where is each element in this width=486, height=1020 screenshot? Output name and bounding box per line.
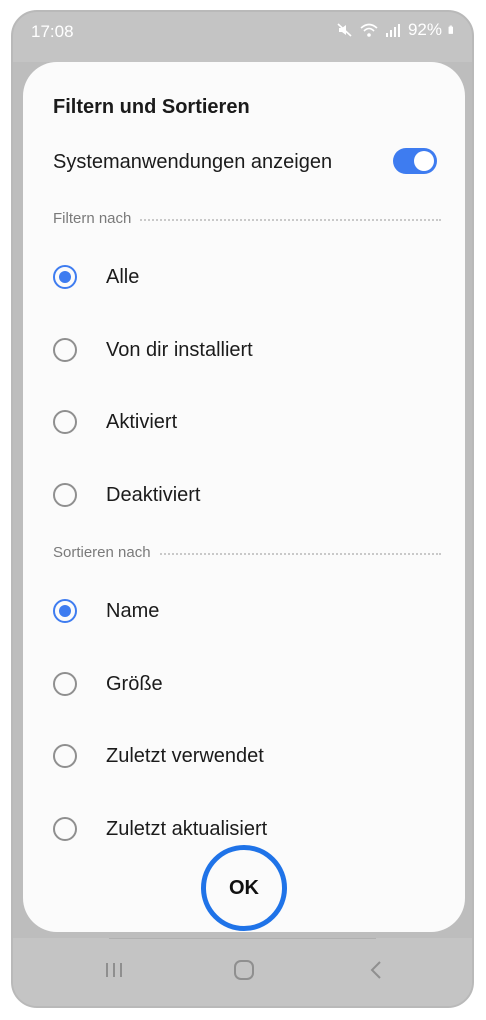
sort-option-size[interactable]: Größe [53,664,443,704]
sort-option-last-updated[interactable]: Zuletzt aktualisiert [53,809,443,849]
radio-button[interactable] [53,672,77,696]
back-button[interactable] [358,952,394,988]
battery-percent: 92% [407,20,442,39]
wifi-icon [360,23,378,37]
filter-section-header: Filtern nach [53,210,441,230]
ok-button[interactable]: OK [201,845,287,931]
sort-section-label: Sortieren nach [53,544,159,561]
toggle-knob [414,151,434,171]
radio-button[interactable] [53,338,77,362]
system-apps-toggle-row[interactable]: Systemanwendungen anzeigen [53,148,437,178]
signal-icon [385,24,400,37]
sort-option-label: Größe [106,673,163,695]
mute-icon [337,23,352,37]
filter-option-installed[interactable]: Von dir installiert [53,330,443,370]
filter-option-label: Aktiviert [106,411,178,433]
filter-option-label: Deaktiviert [106,484,201,506]
home-button[interactable] [226,952,262,988]
status-time: 17:08 [31,22,74,41]
sort-option-label: Name [106,600,160,622]
radio-button[interactable] [53,410,77,434]
filter-section-label: Filtern nach [53,210,140,227]
dialog-title: Filtern und Sortieren [53,96,250,118]
radio-button-checked[interactable] [53,265,77,289]
filter-option-alle[interactable]: Alle [53,257,443,297]
status-bar: 17:08 92% [13,12,472,54]
sort-option-last-used[interactable]: Zuletzt verwendet [53,736,443,776]
status-icons: 92% [336,20,458,40]
radio-button[interactable] [53,483,77,507]
filter-option-label: Alle [106,266,140,288]
filter-option-disabled[interactable]: Deaktiviert [53,475,443,515]
back-icon [370,961,381,979]
filter-option-enabled[interactable]: Aktiviert [53,402,443,442]
nav-divider [109,938,376,939]
system-apps-toggle[interactable] [393,148,437,174]
radio-button-checked[interactable] [53,599,77,623]
radio-button[interactable] [53,744,77,768]
sort-option-label: Zuletzt verwendet [106,745,264,767]
navigation-bar [13,938,472,1006]
sort-section-header: Sortieren nach [53,544,441,564]
recents-button[interactable] [96,952,132,988]
battery-icon [448,25,453,34]
filter-sort-dialog: Filtern und Sortieren Systemanwendungen … [23,62,465,932]
sort-option-label: Zuletzt aktualisiert [106,818,268,840]
home-icon [234,960,254,980]
system-apps-toggle-label: Systemanwendungen anzeigen [53,151,333,173]
phone-frame: 17:08 92% Filtern und Sortieren Systeman… [11,10,474,1008]
radio-button[interactable] [53,817,77,841]
filter-option-label: Von dir installiert [106,339,253,361]
sort-option-name[interactable]: Name [53,591,443,631]
recents-icon [106,963,122,977]
